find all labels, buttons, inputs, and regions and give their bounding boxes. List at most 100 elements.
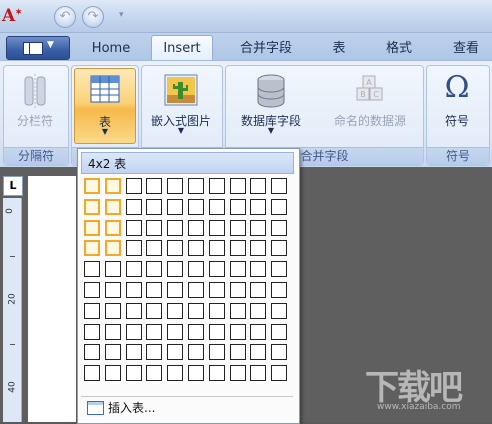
grid-cell[interactable] [105,261,121,277]
grid-cell[interactable] [84,282,100,298]
grid-cell[interactable] [146,178,162,194]
grid-cell[interactable] [126,261,142,277]
grid-cell[interactable] [250,261,266,277]
grid-cell[interactable] [271,344,287,360]
grid-cell[interactable] [271,324,287,340]
grid-cell[interactable] [84,344,100,360]
grid-cell[interactable] [271,365,287,381]
app-logo[interactable]: A✶ [2,6,22,26]
grid-cell[interactable] [146,365,162,381]
grid-cell[interactable] [167,344,183,360]
application-menu-button[interactable]: ▼ [6,36,70,60]
grid-cell[interactable] [126,303,142,319]
grid-cell[interactable] [188,178,204,194]
grid-cell[interactable] [146,303,162,319]
grid-cell[interactable] [167,199,183,215]
quick-access-dropdown-icon[interactable]: ▾ [119,10,124,20]
grid-cell[interactable] [84,178,100,194]
grid-cell[interactable] [209,199,225,215]
grid-cell[interactable] [167,365,183,381]
grid-cell[interactable] [84,324,100,340]
grid-cell[interactable] [105,282,121,298]
grid-cell[interactable] [250,282,266,298]
grid-cell[interactable] [126,282,142,298]
grid-cell[interactable] [271,303,287,319]
grid-cell[interactable] [105,365,121,381]
grid-cell[interactable] [250,199,266,215]
grid-cell[interactable] [209,324,225,340]
grid-cell[interactable] [230,240,246,256]
grid-cell[interactable] [230,344,246,360]
grid-cell[interactable] [209,261,225,277]
grid-cell[interactable] [188,344,204,360]
grid-cell[interactable] [209,365,225,381]
grid-cell[interactable] [230,261,246,277]
tab-insert[interactable]: Insert [151,35,213,61]
grid-cell[interactable] [167,324,183,340]
grid-cell[interactable] [230,365,246,381]
grid-cell[interactable] [188,365,204,381]
grid-cell[interactable] [126,220,142,236]
grid-cell[interactable] [271,240,287,256]
grid-cell[interactable] [230,282,246,298]
redo-icon[interactable]: ↷ [82,6,104,28]
grid-cell[interactable] [105,344,121,360]
grid-cell[interactable] [167,261,183,277]
grid-cell[interactable] [105,178,121,194]
grid-cell[interactable] [146,324,162,340]
tab-view[interactable]: 查看 [440,39,492,60]
grid-cell[interactable] [167,178,183,194]
grid-cell[interactable] [146,344,162,360]
tab-merge-fields[interactable]: 合并字段 [228,39,304,60]
grid-cell[interactable] [126,324,142,340]
grid-cell[interactable] [146,282,162,298]
grid-cell[interactable] [105,220,121,236]
grid-cell[interactable] [167,220,183,236]
grid-cell[interactable] [209,220,225,236]
grid-cell[interactable] [84,303,100,319]
grid-cell[interactable] [84,240,100,256]
grid-cell[interactable] [126,240,142,256]
grid-cell[interactable] [146,261,162,277]
grid-cell[interactable] [105,303,121,319]
grid-cell[interactable] [250,178,266,194]
grid-cell[interactable] [126,199,142,215]
grid-cell[interactable] [209,303,225,319]
tab-home[interactable]: Home [84,39,138,60]
symbol-button[interactable]: Ω 符号 [429,68,485,142]
grid-cell[interactable] [105,240,121,256]
grid-cell[interactable] [188,220,204,236]
tab-table[interactable]: 表 [320,39,358,60]
grid-cell[interactable] [209,282,225,298]
grid-cell[interactable] [167,240,183,256]
grid-cell[interactable] [84,220,100,236]
grid-cell[interactable] [230,324,246,340]
grid-cell[interactable] [209,344,225,360]
grid-cell[interactable] [230,178,246,194]
grid-cell[interactable] [167,303,183,319]
grid-cell[interactable] [230,199,246,215]
tab-format[interactable]: 格式 [374,39,424,60]
document-page[interactable] [28,176,76,422]
grid-cell[interactable] [188,199,204,215]
named-data-source-button[interactable]: A B C 命名的数据源 [322,68,418,142]
tab-stop-selector[interactable]: L [3,176,23,196]
grid-cell[interactable] [271,199,287,215]
grid-cell[interactable] [146,220,162,236]
undo-icon[interactable]: ↶ [54,6,76,28]
grid-cell[interactable] [188,261,204,277]
grid-cell[interactable] [126,178,142,194]
grid-cell[interactable] [271,282,287,298]
grid-cell[interactable] [250,324,266,340]
grid-cell[interactable] [105,324,121,340]
grid-cell[interactable] [84,199,100,215]
grid-cell[interactable] [126,344,142,360]
inline-picture-button[interactable]: 嵌入式图片 ▼ [144,68,218,142]
database-field-button[interactable]: 数据库字段 ▼ [230,68,312,142]
grid-cell[interactable] [146,240,162,256]
column-break-button[interactable]: 分栏符 [6,68,64,142]
grid-cell[interactable] [250,220,266,236]
insert-table-menu-item[interactable]: 插入表... [81,396,293,419]
grid-cell[interactable] [84,261,100,277]
grid-cell[interactable] [188,303,204,319]
